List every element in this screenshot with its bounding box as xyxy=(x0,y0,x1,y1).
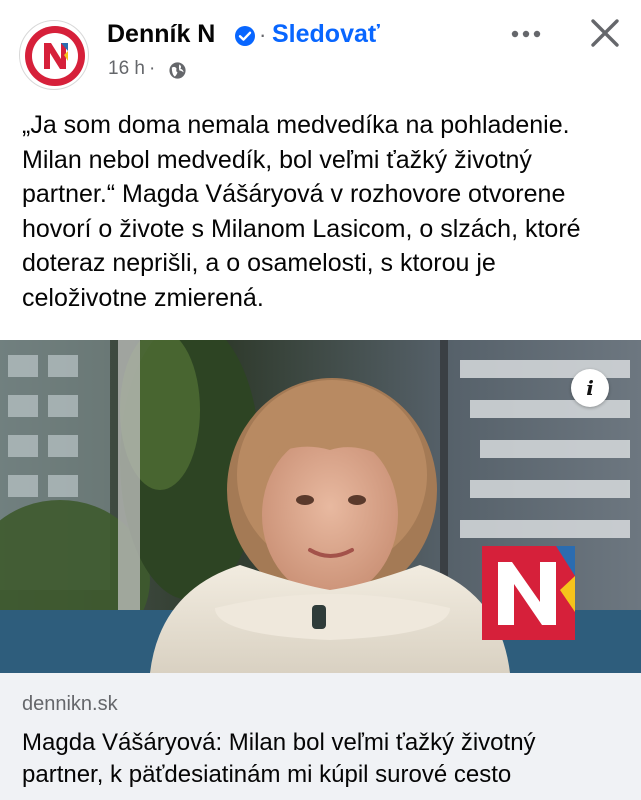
post-timestamp[interactable]: 16 h xyxy=(108,58,145,79)
meta-separator: · xyxy=(148,58,156,79)
header-separator: · xyxy=(259,22,267,47)
portrait-photo xyxy=(0,340,641,673)
post-header: Denník N · Sledovať 16 h · xyxy=(0,0,641,100)
post-meta: 16 h · xyxy=(108,58,159,80)
post-text: „Ja som doma nemala medvedíka na pohlade… xyxy=(22,111,581,312)
link-headline[interactable]: Magda Vášáryová: Milan bol veľmi ťažký ž… xyxy=(22,727,622,791)
close-icon[interactable] xyxy=(587,15,623,51)
link-domain: dennikn.sk xyxy=(22,693,118,715)
globe-icon xyxy=(169,62,186,79)
verified-badge-icon xyxy=(235,26,255,46)
more-options-icon[interactable] xyxy=(509,22,543,46)
dennik-n-logo-icon xyxy=(25,26,85,86)
link-preview-card[interactable]: dennikn.sk Magda Vášáryová: Milan bol ve… xyxy=(0,673,641,800)
page-avatar[interactable] xyxy=(19,20,89,90)
post-photo[interactable] xyxy=(0,340,641,673)
info-button[interactable]: i xyxy=(571,369,609,407)
follow-button[interactable]: Sledovať xyxy=(272,20,380,49)
page-name[interactable]: Denník N xyxy=(107,20,215,49)
